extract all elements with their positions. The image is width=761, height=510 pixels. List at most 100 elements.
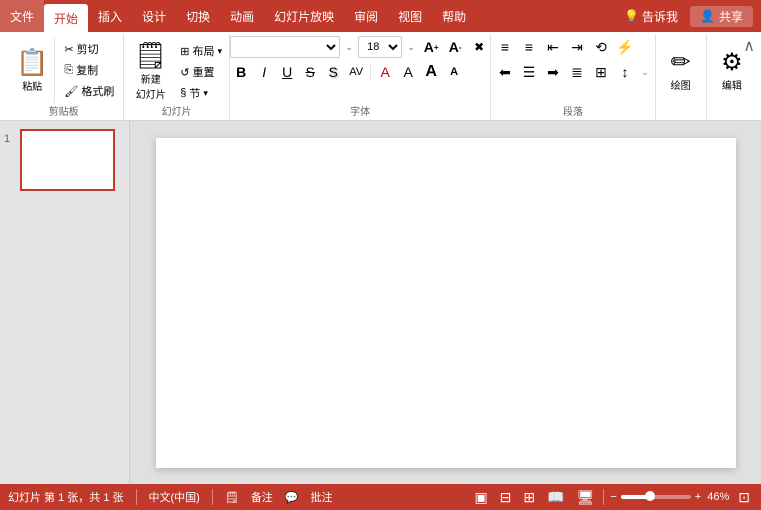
- font-size-decrease[interactable]: A-: [444, 36, 466, 58]
- font-color-btn[interactable]: A: [374, 61, 396, 83]
- section-icon: §: [180, 87, 186, 99]
- highlight-btn[interactable]: A: [397, 61, 419, 83]
- speech-icon: 💬: [285, 491, 299, 504]
- status-bar-right: ▣ ⊟ ⊞ 📖 🖥 − + 46% ⊡: [471, 488, 753, 507]
- font-size-increase[interactable]: A+: [420, 36, 442, 58]
- line-spacing-btn[interactable]: ↕: [614, 61, 636, 83]
- notes-label[interactable]: 备注: [251, 489, 273, 505]
- reading-view-btn[interactable]: 📖: [544, 488, 567, 507]
- align-right-btn[interactable]: ➡: [542, 61, 564, 83]
- paragraph-group: ≡ ≡ ⇤ ⇥ ⟲ ⚡ ⬅ ☰ ➡ ≣ ⊞ ↕ ⌄ 段落: [491, 34, 655, 120]
- justify-btn[interactable]: ≣: [566, 61, 588, 83]
- font-size-select[interactable]: 18: [358, 36, 402, 58]
- convert-smartart-btn[interactable]: ⚡: [614, 36, 636, 58]
- layout-button[interactable]: ⊞ 布局 ▾: [177, 42, 225, 60]
- edit-icon: ⚙: [721, 48, 743, 77]
- font-label: 字体: [230, 103, 491, 118]
- align-left-btn[interactable]: ⬅: [494, 61, 516, 83]
- italic-button[interactable]: I: [253, 61, 275, 83]
- font-row-2: B I U S S AV A A A A: [230, 61, 490, 83]
- shadow-button[interactable]: S: [322, 61, 344, 83]
- indent-less-btn[interactable]: ⇤: [542, 36, 564, 58]
- draw-group: ✏ 绘图: [656, 34, 707, 120]
- format-painter-label: 格式刷: [81, 83, 114, 99]
- bullets-btn[interactable]: ≡: [494, 36, 516, 58]
- reset-label: 重置: [192, 64, 214, 80]
- new-slide-icon: 🗒: [134, 40, 167, 71]
- slide-thumbnail[interactable]: [20, 129, 115, 191]
- clear-format-btn[interactable]: ✖: [468, 36, 490, 58]
- main-area: 1: [0, 121, 761, 484]
- font-size-bigA[interactable]: A: [420, 61, 442, 83]
- paragraph-label: 段落: [491, 103, 654, 118]
- menu-item-transitions[interactable]: 切换: [176, 0, 220, 32]
- new-slide-button[interactable]: 🗒 新建幻灯片: [128, 36, 173, 104]
- comments-label[interactable]: 批注: [311, 489, 333, 505]
- menu-item-slideshow[interactable]: 幻灯片放映: [264, 0, 344, 32]
- numbered-btn[interactable]: ≡: [518, 36, 540, 58]
- fit-page-btn[interactable]: ⊡: [735, 488, 753, 507]
- menu-item-home[interactable]: 开始: [44, 4, 88, 32]
- notes-icon: 🗒: [225, 491, 239, 504]
- section-arrow: ▾: [203, 88, 208, 99]
- normal-view-btn[interactable]: ▣: [471, 488, 490, 507]
- edit-label: 编辑: [722, 77, 742, 92]
- menu-bar: 文件 开始 插入 设计 切换 动画 幻灯片放映 审阅 视图 帮助 💡 告诉我 👤…: [0, 0, 761, 32]
- slide-canvas[interactable]: [156, 138, 736, 468]
- status-divider-2: [212, 489, 213, 505]
- char-spacing-btn[interactable]: AV: [345, 61, 367, 83]
- menu-item-insert[interactable]: 插入: [88, 0, 132, 32]
- columns-btn[interactable]: ⊞: [590, 61, 612, 83]
- zoom-minus-btn[interactable]: −: [610, 491, 616, 503]
- paste-icon: 📋: [16, 47, 48, 78]
- font-name-expand[interactable]: ⌄: [342, 36, 356, 58]
- menu-item-file[interactable]: 文件: [0, 0, 44, 32]
- underline-button[interactable]: U: [276, 61, 298, 83]
- share-label: 共享: [719, 8, 743, 25]
- font-size-expand[interactable]: ⌄: [404, 36, 418, 58]
- reset-button[interactable]: ↺ 重置: [177, 63, 225, 81]
- layout-arrow: ▾: [217, 46, 222, 57]
- zoom-plus-btn[interactable]: +: [695, 491, 701, 503]
- slide-sorter-btn[interactable]: ⊞: [520, 488, 538, 507]
- format-painter-button[interactable]: 🖌 格式刷: [61, 82, 117, 100]
- cut-button[interactable]: ✂ 剪切: [61, 40, 117, 58]
- draw-button[interactable]: ✏ 绘图: [661, 42, 701, 98]
- share-button[interactable]: 👤 共享: [690, 6, 753, 27]
- menu-item-design[interactable]: 设计: [132, 0, 176, 32]
- new-slide-label: 新建幻灯片: [136, 71, 166, 101]
- bold-button[interactable]: B: [230, 61, 252, 83]
- copy-button[interactable]: ⎘ 复制: [61, 61, 117, 79]
- ribbon: 📋 粘贴 ✂ 剪切 ⎘ 复制 🖌 格式刷 剪贴板: [0, 32, 761, 121]
- align-center-btn[interactable]: ☰: [518, 61, 540, 83]
- status-divider-3: [603, 489, 604, 505]
- outline-view-btn[interactable]: ⊟: [497, 488, 515, 507]
- draw-icon: ✏: [671, 48, 691, 77]
- ribbon-collapse-btn[interactable]: ∧: [741, 34, 757, 58]
- canvas-area: [130, 121, 761, 484]
- slide-panel: 1: [0, 121, 130, 484]
- font-row-1: ⌄ 18 ⌄ A+ A- ✖: [230, 36, 490, 58]
- text-direction-btn[interactable]: ⟲: [590, 36, 612, 58]
- para-row-1: ≡ ≡ ⇤ ⇥ ⟲ ⚡: [494, 36, 652, 58]
- font-size-smallA[interactable]: A: [443, 61, 465, 83]
- section-button[interactable]: § 节 ▾: [177, 84, 225, 102]
- para-row-2: ⬅ ☰ ➡ ≣ ⊞ ↕ ⌄: [494, 61, 652, 83]
- status-bar: 幻灯片 第 1 张，共 1 张 中文(中国) 🗒 备注 💬 批注 ▣ ⊟ ⊞ 📖…: [0, 484, 761, 510]
- lightbulb-btn[interactable]: 💡 告诉我: [616, 6, 686, 27]
- zoom-percent-label: 46%: [707, 491, 729, 503]
- paste-button[interactable]: 📋 粘贴: [10, 36, 55, 104]
- presenter-view-btn[interactable]: 🖥: [574, 488, 598, 507]
- menu-item-review[interactable]: 审阅: [344, 0, 388, 32]
- cut-label: 剪切: [77, 41, 99, 57]
- font-name-select[interactable]: [230, 36, 340, 58]
- zoom-track[interactable]: [621, 495, 691, 499]
- zoom-slider[interactable]: − +: [610, 491, 701, 503]
- paragraph-expand[interactable]: ⌄: [638, 61, 652, 83]
- menu-item-help[interactable]: 帮助: [432, 0, 476, 32]
- menu-item-animations[interactable]: 动画: [220, 0, 264, 32]
- menu-right-area: 💡 告诉我 👤 共享: [616, 0, 761, 32]
- strikethrough-button[interactable]: S: [299, 61, 321, 83]
- indent-more-btn[interactable]: ⇥: [566, 36, 588, 58]
- menu-item-view[interactable]: 视图: [388, 0, 432, 32]
